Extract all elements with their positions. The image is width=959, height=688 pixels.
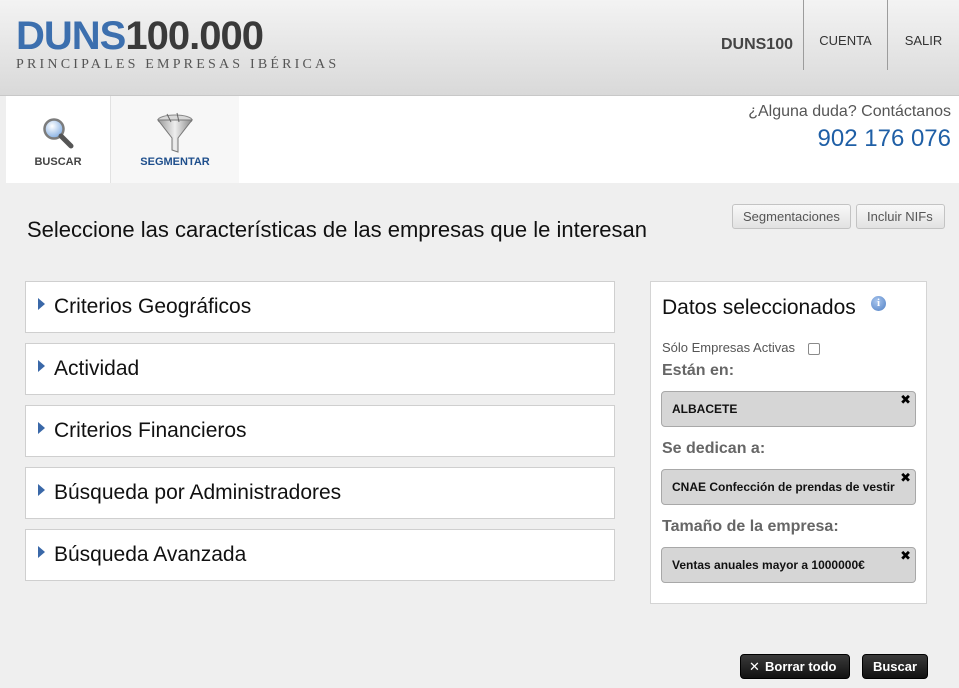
caret-right-icon <box>38 546 45 558</box>
borrar-todo-button[interactable]: ✕ Borrar todo <box>740 654 850 679</box>
contact-box: ¿Alguna duda? Contáctanos 902 176 076 <box>748 103 951 153</box>
borrar-todo-label: Borrar todo <box>765 659 837 674</box>
contact-phone[interactable]: 902 176 076 <box>748 125 951 153</box>
tab-label: SEGMENTAR <box>140 156 210 168</box>
top-nav: DUNS100 CUENTA SALIR <box>719 0 959 70</box>
brand-label: DUNS100 <box>720 36 793 53</box>
criteria-financieros[interactable]: Criterios Financieros <box>25 405 615 457</box>
page-title: Seleccione las características de las em… <box>27 217 647 242</box>
criteria-label: Criterios Financieros <box>54 419 247 442</box>
caret-right-icon <box>38 484 45 496</box>
caret-right-icon <box>38 422 45 434</box>
chip-text: CNAE Confección de prendas de vestir <box>672 480 895 494</box>
funnel-icon <box>156 112 194 153</box>
nav-cuenta[interactable]: CUENTA <box>803 0 887 70</box>
criteria-geograficos[interactable]: Criterios Geográficos <box>25 281 615 333</box>
panel-title: Datos seleccionados <box>662 296 856 319</box>
tab-segmentar[interactable]: SEGMENTAR <box>111 96 239 183</box>
criteria-avanzada[interactable]: Búsqueda Avanzada <box>25 529 615 581</box>
criteria-label: Búsqueda Avanzada <box>54 543 247 566</box>
close-icon[interactable]: ✖ <box>900 471 911 485</box>
chip-text: ALBACETE <box>672 402 738 416</box>
criteria-label: Criterios Geográficos <box>54 295 252 318</box>
criteria-administradores[interactable]: Búsqueda por Administradores <box>25 467 615 519</box>
close-icon[interactable]: ✖ <box>900 393 911 407</box>
selected-data-panel: Datos seleccionados i Sólo Empresas Acti… <box>650 281 927 604</box>
chip-text: Ventas anuales mayor a 1000000€ <box>672 558 865 572</box>
segmentaciones-button[interactable]: Segmentaciones <box>732 204 851 229</box>
criteria-label: Actividad <box>54 357 140 380</box>
solo-activas-label: Sólo Empresas Activas <box>662 340 795 355</box>
caret-right-icon <box>38 360 45 372</box>
duns-logo[interactable]: DUNS100.000 PRINCIPALES EMPRESAS IBÉRICA… <box>16 16 339 73</box>
filter-chip: CNAE Confección de prendas de vestir ✖ <box>661 469 916 505</box>
section-label: Se dedican a: <box>662 440 766 457</box>
criteria-label: Búsqueda por Administradores <box>54 481 342 504</box>
header: DUNS100.000 PRINCIPALES EMPRESAS IBÉRICA… <box>0 0 959 96</box>
caret-right-icon <box>38 298 45 310</box>
logo-subtitle: PRINCIPALES EMPRESAS IBÉRICAS <box>16 57 340 72</box>
incluir-nifs-button[interactable]: Incluir NIFs <box>856 204 945 229</box>
logo-wordmark: DUNS100.000 <box>16 14 264 58</box>
tab-label: BUSCAR <box>34 156 82 168</box>
contact-question[interactable]: ¿Alguna duda? Contáctanos <box>748 103 951 121</box>
clear-icon: ✕ <box>749 659 760 674</box>
close-icon[interactable]: ✖ <box>900 549 911 563</box>
filter-chip: ALBACETE ✖ <box>661 391 916 427</box>
buscar-button[interactable]: Buscar <box>862 654 928 679</box>
section-label: Tamaño de la empresa: <box>662 518 839 535</box>
tab-buscar[interactable]: BUSCAR <box>6 96 111 183</box>
filter-chip: Ventas anuales mayor a 1000000€ ✖ <box>661 547 916 583</box>
criteria-actividad[interactable]: Actividad <box>25 343 615 395</box>
info-icon[interactable]: i <box>871 296 886 311</box>
nav-salir[interactable]: SALIR <box>887 0 959 70</box>
magnifier-icon <box>43 118 74 149</box>
section-label: Están en: <box>662 362 735 379</box>
solo-activas-checkbox[interactable] <box>808 343 820 355</box>
